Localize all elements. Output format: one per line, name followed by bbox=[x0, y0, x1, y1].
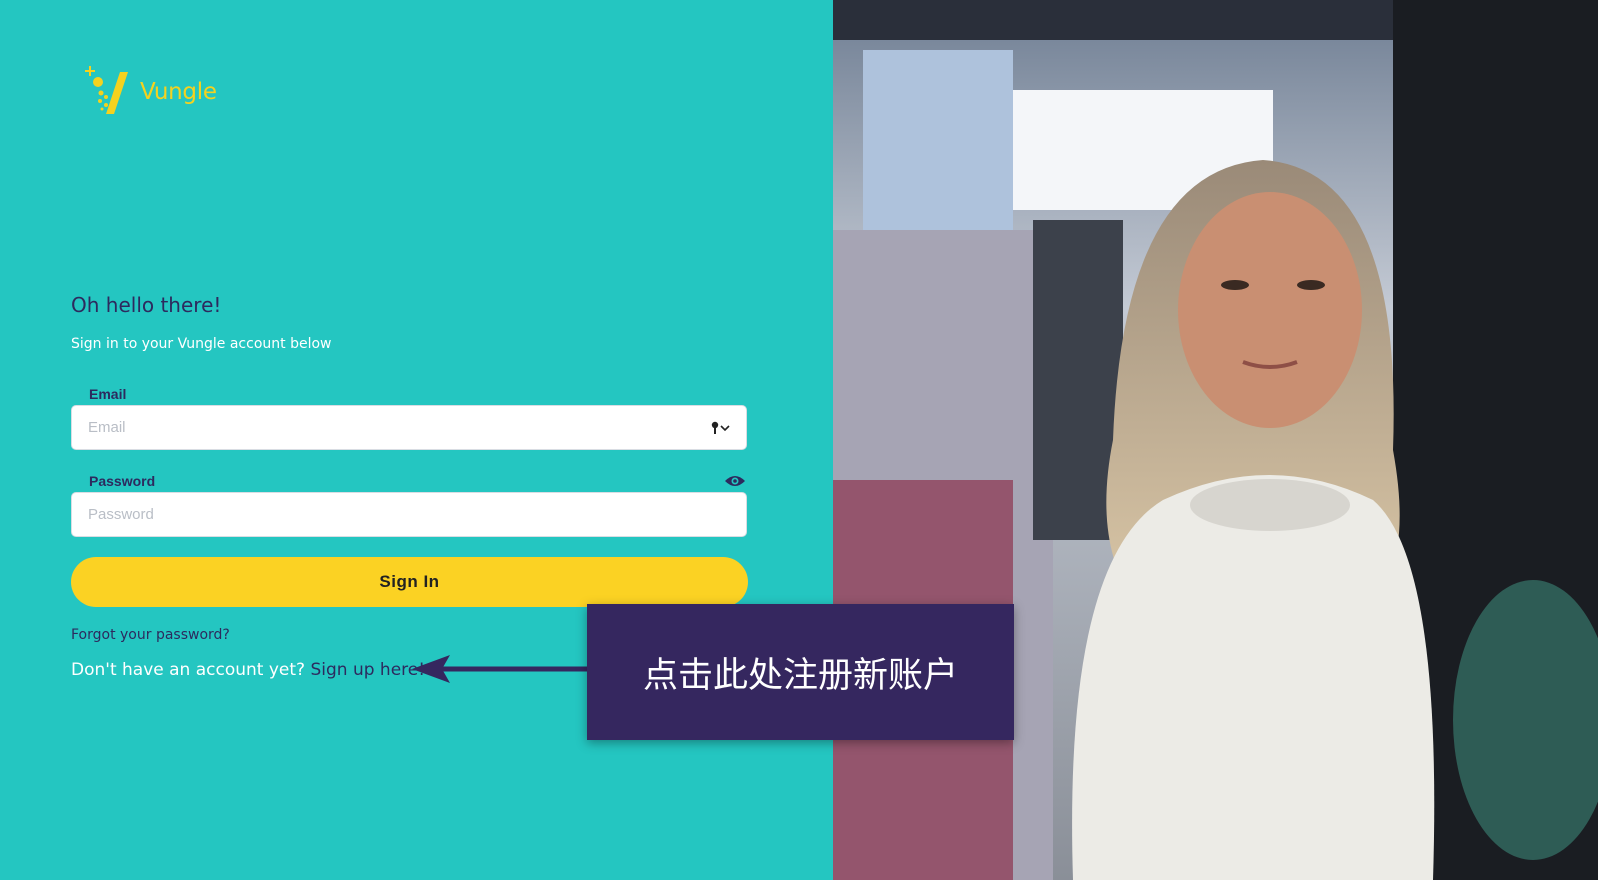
login-panel: Vungle Oh hello there! Sign in to your V… bbox=[0, 0, 833, 880]
signup-link[interactable]: Sign up here! bbox=[310, 660, 425, 680]
hero-photo-illustration bbox=[833, 0, 1598, 880]
hero-photo bbox=[833, 0, 1598, 880]
email-label: Email bbox=[89, 386, 127, 402]
sign-in-button[interactable]: Sign In bbox=[71, 557, 748, 607]
brand-name: Vungle bbox=[140, 79, 217, 105]
password-field-container bbox=[71, 492, 747, 537]
email-field[interactable] bbox=[86, 418, 710, 437]
password-label: Password bbox=[89, 473, 156, 489]
annotation-callout: 点击此处注册新账户 bbox=[587, 604, 1014, 740]
page-subtitle: Sign in to your Vungle account below bbox=[71, 336, 332, 352]
vungle-logo: Vungle bbox=[84, 66, 217, 118]
forgot-password-link[interactable]: Forgot your password? bbox=[71, 627, 230, 643]
signup-prompt: Don't have an account yet? Sign up here! bbox=[71, 660, 425, 680]
password-field[interactable] bbox=[86, 505, 732, 524]
page-title: Oh hello there! bbox=[71, 293, 222, 317]
no-account-text: Don't have an account yet? bbox=[71, 660, 306, 680]
arrow-left-icon bbox=[412, 655, 590, 683]
key-dropdown-icon[interactable] bbox=[710, 421, 732, 435]
eye-icon[interactable] bbox=[724, 474, 746, 493]
email-field-container bbox=[71, 405, 747, 450]
vungle-logo-icon bbox=[85, 66, 128, 114]
